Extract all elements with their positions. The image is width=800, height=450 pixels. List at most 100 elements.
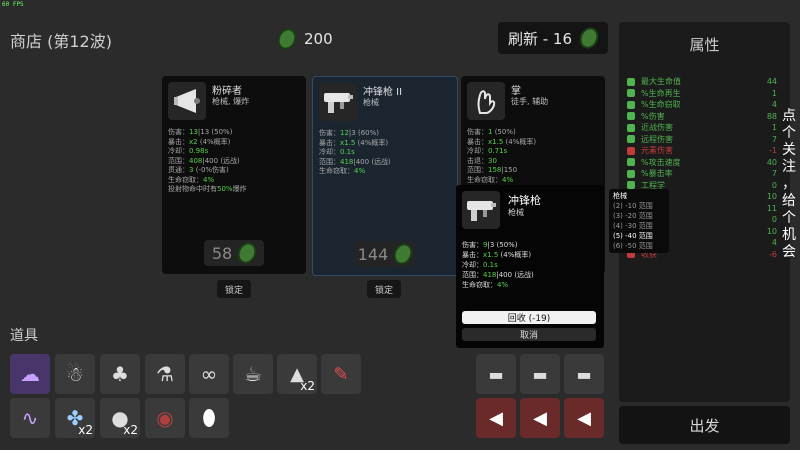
stat-line: 冷却：0.1s (462, 261, 498, 269)
overlay-char: 关 (782, 142, 796, 158)
shop-card-2[interactable]: 冲锋枪 II 枪械 伤害：12|3 (60%) 暴击：x1.5 (4%概率) 冷… (312, 76, 458, 276)
megaphone-icon: ◀ (533, 407, 547, 429)
attribute-icon (627, 89, 635, 97)
set-bonus-row: (4) -30 范围 (613, 222, 653, 230)
attribute-row: 远程伤害 7 (627, 134, 777, 145)
popup-stats: 伤害：9|3 (50%) 暴击：x1.5 (4%概率) 冷却：0.1s 范围：4… (462, 240, 602, 290)
overlay-char: 机 (782, 227, 796, 243)
snowman-icon: ☃ (66, 362, 84, 386)
cancel-button[interactable]: 取消 (462, 328, 596, 341)
item-slot[interactable]: ☃ (55, 354, 95, 394)
weapon-slot[interactable]: ◀ (476, 398, 516, 438)
attribute-label: 近战伤害 (641, 123, 673, 132)
stat-line: 生命窃取：4% (462, 281, 509, 289)
attribute-value: 44 (766, 77, 777, 86)
card-tags: 枪械, 爆炸 (212, 97, 250, 106)
smg-icon: ▬ (576, 364, 592, 384)
material-icon (576, 24, 602, 52)
grenade-icon: ◉ (156, 406, 174, 430)
item-slot[interactable]: ⚗ (145, 354, 185, 394)
card-tags: 徒手, 辅助 (511, 97, 549, 106)
stat-line: 伤害：9|3 (50%) (462, 241, 518, 249)
attribute-icon (627, 158, 635, 166)
attribute-row: %攻击速度 40 (627, 157, 777, 168)
recycle-button[interactable]: 回收 (-19) (462, 311, 596, 324)
material-icon (274, 25, 300, 53)
attribute-value: 11 (766, 203, 777, 213)
item-slot[interactable]: ◉ (145, 398, 185, 438)
item-slot[interactable]: ✤ x2 (55, 398, 95, 438)
overlay-char: 给 (782, 193, 796, 209)
item-slot[interactable]: ▲ x2 (277, 354, 317, 394)
attribute-label: %攻击速度 (641, 157, 681, 167)
attribute-row: %伤害 88 (627, 111, 777, 122)
weapon-slot[interactable]: ▬ (564, 354, 604, 394)
stat-line: 冷却：0.98s (168, 147, 209, 155)
bottle-icon: ⚗ (156, 362, 174, 386)
stack-count: x2 (123, 423, 138, 437)
item-slot[interactable]: ∞ (189, 354, 229, 394)
attribute-value: 40 (766, 157, 777, 167)
stat-line: 冷却：0.1s (319, 148, 355, 156)
price-value: 58 (211, 243, 233, 263)
stat-line: 伤害：12|3 (60%) (319, 129, 379, 137)
stat-line: 暴击：x1.5 (4%概率) (319, 138, 389, 147)
attribute-value: 1 (771, 88, 777, 98)
attribute-icon (627, 181, 635, 189)
stat-line: 范围：408|400 (远战) (168, 156, 240, 165)
brain-icon: ☁ (20, 362, 40, 386)
buy-button[interactable]: 58 (204, 239, 264, 267)
overlay-char: 注 (782, 159, 796, 175)
popup-weapon-name: 冲锋枪 (508, 194, 541, 207)
item-slot[interactable]: ☕ (233, 354, 273, 394)
attribute-value: 0 (771, 215, 777, 224)
attribute-icon (627, 112, 635, 120)
worm-icon: ∿ (21, 406, 39, 430)
item-slot[interactable]: ✎ (321, 354, 361, 394)
set-bonus-row: (2) -10 范围 (613, 202, 653, 210)
lock-button[interactable]: 锁定 (367, 280, 401, 298)
weapon-slot[interactable]: ▬ (476, 354, 516, 394)
attribute-label: %伤害 (641, 111, 665, 121)
card-stats: 伤害：1 (50%) 暴击：x1.5 (4%概率) 冷却：0.71s 击退：30… (467, 128, 603, 185)
attributes-title: 属性 (689, 36, 720, 54)
stat-line: 冷却：0.71s (467, 147, 508, 155)
price-value: 144 (357, 244, 389, 264)
attribute-value: 10 (766, 226, 777, 236)
attribute-value: -1 (769, 146, 777, 155)
coffee-icon: ☕ (244, 362, 262, 386)
stat-line: 生命窃取：4% (319, 167, 366, 175)
lock-button[interactable]: 锁定 (217, 280, 251, 298)
shop-title: 商店 (第12波) (10, 32, 112, 51)
weapon-slot[interactable]: ◀ (520, 398, 560, 438)
stat-line: 范围：418|400 (远战) (462, 271, 534, 279)
attribute-label: %暴击率 (641, 169, 673, 178)
props-label: 道具 (10, 328, 38, 344)
materials-counter: 200 (274, 25, 333, 53)
attribute-value: 88 (766, 111, 777, 121)
item-slot[interactable]: ● x2 (100, 398, 140, 438)
item-slot[interactable]: ∿ (10, 398, 50, 438)
attribute-value: 7 (771, 169, 777, 178)
weapon-slot[interactable]: ▬ (520, 354, 560, 394)
attribute-row: %生命再生 1 (627, 88, 777, 99)
item-slot[interactable]: ⬮ (189, 398, 229, 438)
attribute-value: 7 (771, 134, 777, 144)
set-bonus-row: (5) -40 范围 (613, 232, 653, 240)
materials-value: 200 (304, 30, 333, 48)
go-button[interactable]: 出发 (619, 406, 790, 444)
shop-card-1[interactable]: 粉碎者 枪械, 爆炸 伤害：13|13 (50%) 暴击：x2 (4%概率) 冷… (162, 76, 306, 274)
set-bonus-row: (3) -20 范围 (613, 212, 653, 220)
weapon-slot[interactable]: ◀ (564, 398, 604, 438)
buy-button[interactable]: 144 (355, 240, 417, 268)
reroll-button[interactable]: 刷新 - 16 (498, 22, 608, 54)
item-slot[interactable]: ♣ (100, 354, 140, 394)
set-bonus-title: 枪械 (613, 192, 627, 200)
tree-icon: ♣ (111, 362, 129, 386)
stat-line: 投射物命中时有50%爆炸 (168, 185, 247, 193)
attribute-row: 近战伤害 1 (627, 122, 777, 133)
overlay-char: 会 (782, 244, 796, 260)
stat-line: 生命窃取：4% (168, 175, 215, 184)
scarf-icon: ∞ (200, 362, 218, 386)
item-slot[interactable]: ☁ (10, 354, 50, 394)
